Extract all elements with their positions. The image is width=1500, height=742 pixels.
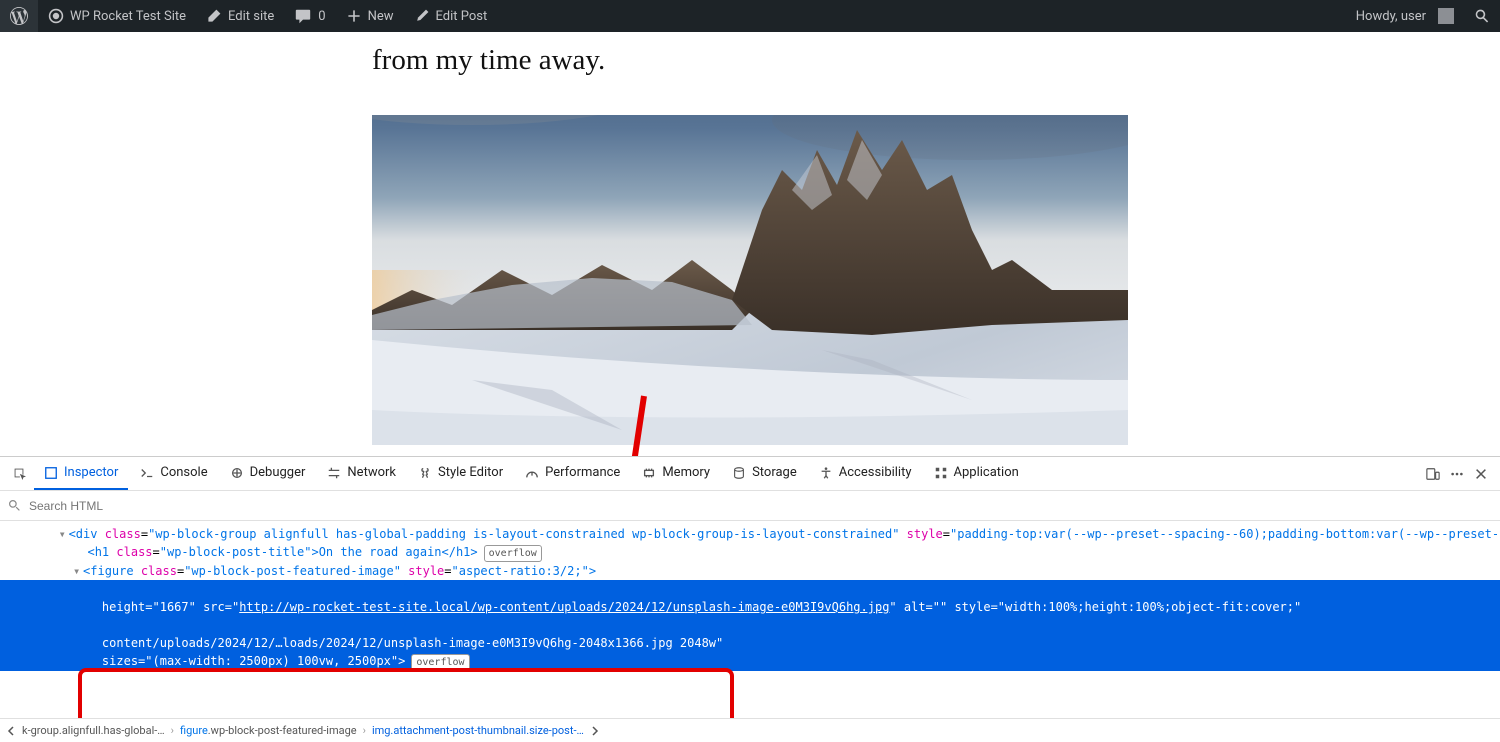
tab-inspector[interactable]: Inspector (34, 457, 128, 490)
site-name-link[interactable]: WP Rocket Test Site (38, 0, 196, 32)
breadcrumb-next-icon[interactable] (590, 726, 600, 736)
element-picker-button[interactable] (6, 457, 32, 490)
wp-admin-bar: WP Rocket Test Site Edit site 0 New Edit… (0, 0, 1500, 32)
tab-style-editor[interactable]: Style Editor (408, 457, 513, 490)
tab-application[interactable]: Application (924, 457, 1029, 490)
dom-node[interactable]: ▾<figure class="wp-block-post-featured-i… (0, 562, 1500, 580)
edit-site-link[interactable]: Edit site (196, 0, 284, 32)
dom-panel: ▾<div class="wp-block-group alignfull ha… (0, 491, 1500, 742)
search-html-input[interactable] (29, 499, 1500, 513)
page-content: from my time away. (0, 32, 1500, 456)
tab-accessibility[interactable]: Accessibility (809, 457, 922, 490)
tab-network[interactable]: Network (317, 457, 406, 490)
new-content-link[interactable]: New (336, 0, 404, 32)
tab-memory[interactable]: Memory (632, 457, 720, 490)
search-icon (8, 499, 21, 512)
site-name-label: WP Rocket Test Site (70, 9, 186, 24)
crumb[interactable]: k-group.alignfull.has-global-… (18, 724, 169, 737)
mountain-photo (372, 115, 1128, 445)
featured-image (372, 115, 1128, 445)
dom-search-bar (0, 491, 1500, 521)
user-menu[interactable]: Howdy, user (1346, 0, 1464, 32)
tab-debugger[interactable]: Debugger (220, 457, 316, 490)
edit-site-label: Edit site (228, 9, 274, 24)
kebab-menu-icon[interactable] (1450, 467, 1464, 481)
tab-storage[interactable]: Storage (722, 457, 807, 490)
search-icon-button[interactable] (1464, 0, 1500, 32)
dom-tree[interactable]: ▾<div class="wp-block-group alignfull ha… (0, 521, 1500, 718)
dom-node[interactable]: <h1 class="wp-block-post-title">On the r… (0, 543, 1500, 562)
breadcrumb-prev-icon[interactable] (6, 726, 16, 736)
wp-logo[interactable] (0, 0, 38, 32)
comments-count: 0 (318, 9, 325, 24)
comments-link[interactable]: 0 (284, 0, 335, 32)
avatar (1438, 8, 1454, 24)
crumb-active[interactable]: img.attachment-post-thumbnail.size-post-… (368, 724, 588, 737)
dom-node[interactable]: ▾<div class="wp-block-group alignfull ha… (0, 525, 1500, 543)
devtools-tabs: Inspector Console Debugger Network Style… (0, 457, 1500, 491)
page-text: from my time away. (372, 44, 1500, 77)
dom-selected-node[interactable]: height="1667" src="http://wp-rocket-test… (0, 580, 1500, 671)
annotation-highlight-box (78, 668, 734, 718)
edit-post-label: Edit Post (436, 9, 488, 24)
tab-console[interactable]: Console (130, 457, 217, 490)
devtools: Inspector Console Debugger Network Style… (0, 456, 1500, 742)
new-label: New (368, 9, 394, 24)
close-icon[interactable] (1474, 467, 1488, 481)
edit-post-link[interactable]: Edit Post (404, 0, 498, 32)
responsive-mode-icon[interactable] (1426, 467, 1440, 481)
breadcrumb: k-group.alignfull.has-global-… › figure.… (0, 718, 1500, 742)
tab-performance[interactable]: Performance (515, 457, 630, 490)
crumb[interactable]: figure.wp-block-post-featured-image (176, 724, 361, 737)
howdy-text: Howdy, user (1356, 9, 1426, 24)
